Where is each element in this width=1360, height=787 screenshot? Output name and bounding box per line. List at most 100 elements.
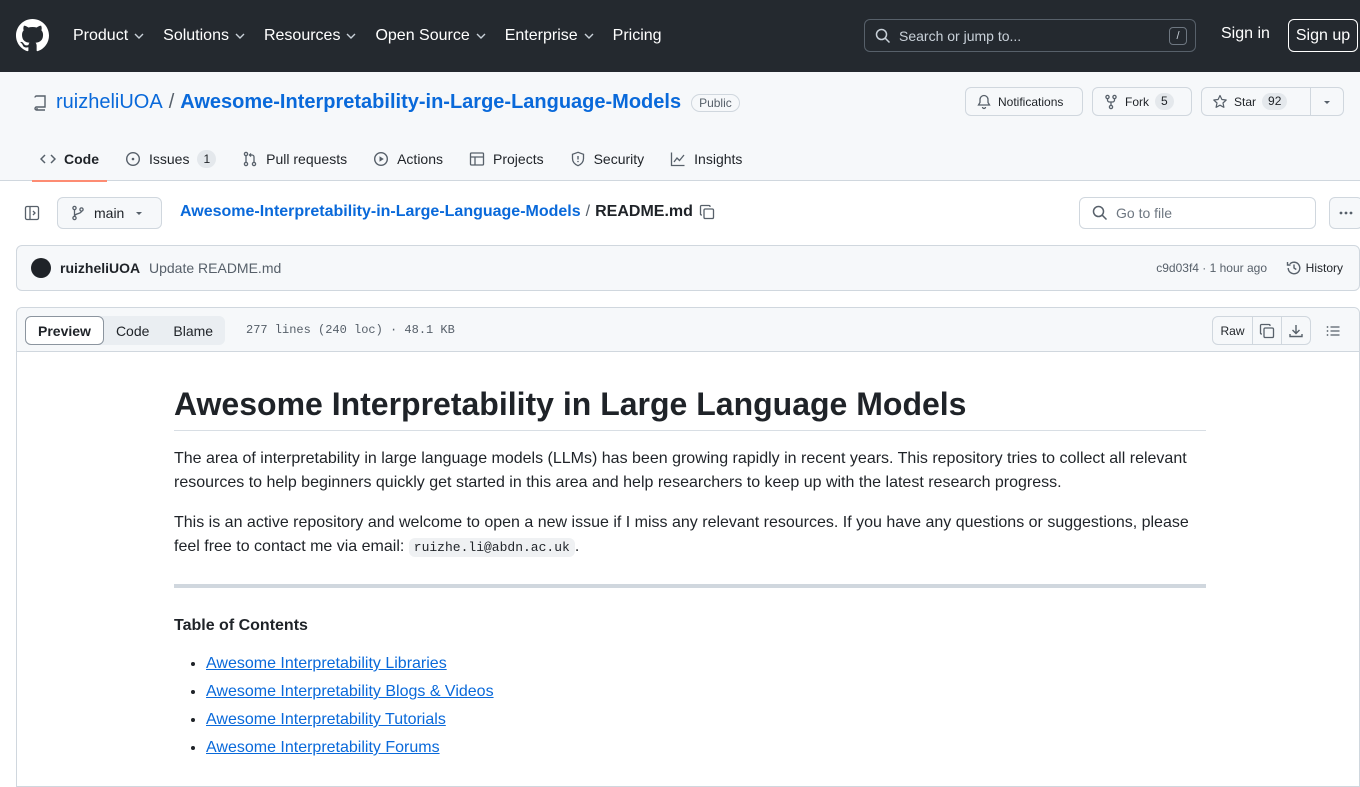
chevron-down-icon: [235, 33, 245, 39]
tab-projects[interactable]: Projects: [461, 137, 552, 181]
raw-button[interactable]: Raw: [1213, 317, 1253, 344]
breadcrumb-separator: /: [585, 203, 591, 220]
toc-link-libraries[interactable]: Awesome Interpretability Libraries: [206, 655, 447, 672]
list-unordered-icon: [1326, 325, 1340, 336]
history-link[interactable]: History: [1286, 260, 1343, 276]
file-actions-group: Raw: [1212, 316, 1311, 345]
tab-actions[interactable]: Actions: [365, 137, 451, 181]
repo-title: ruizheliUOA / Awesome-Interpretability-i…: [32, 91, 740, 114]
chevron-down-icon: [476, 33, 486, 39]
toc-link-blogs-videos[interactable]: Awesome Interpretability Blogs & Videos: [206, 683, 494, 700]
star-list-dropdown-button[interactable]: [1310, 87, 1344, 116]
notifications-label: Notifications: [998, 94, 1064, 109]
nav-label: Product: [73, 27, 129, 44]
global-header: Product Solutions Resources Open Source …: [0, 0, 1360, 72]
toc-link-tutorials[interactable]: Awesome Interpretability Tutorials: [206, 711, 446, 728]
breadcrumb: Awesome-Interpretability-in-Large-Langua…: [180, 203, 715, 221]
branch-name: main: [94, 205, 125, 221]
search-icon: [875, 28, 891, 43]
download-raw-button[interactable]: [1282, 317, 1310, 344]
code-icon: [40, 154, 56, 164]
file-stats: 277 lines (240 loc) · 48.1 KB: [246, 323, 455, 337]
outline-button[interactable]: [1319, 316, 1347, 345]
avatar[interactable]: [31, 258, 51, 278]
git-branch-icon: [72, 205, 84, 221]
github-logo-icon[interactable]: [16, 19, 49, 52]
nav-label: Enterprise: [504, 27, 578, 44]
tab-code[interactable]: Code: [32, 137, 107, 182]
nav-label: Open Source: [375, 27, 470, 44]
contact-text: This is an active repository and welcome…: [174, 514, 1189, 555]
nav-label: Pricing: [612, 27, 662, 44]
nav-solutions[interactable]: Solutions: [163, 27, 246, 45]
contact-period: .: [574, 538, 580, 555]
history-label: History: [1305, 261, 1343, 275]
readme-contact-paragraph: This is an active repository and welcome…: [174, 511, 1206, 560]
nav-enterprise[interactable]: Enterprise: [505, 27, 595, 45]
repo-tabs: Code Issues 1 Pull requests Actions Proj…: [32, 137, 760, 182]
branch-selector-button[interactable]: main: [57, 197, 162, 229]
sign-in-link[interactable]: Sign in: [1221, 25, 1270, 43]
tab-label: Security: [593, 151, 645, 167]
toc-link-forums[interactable]: Awesome Interpretability Forums: [206, 739, 440, 756]
sidebar-expand-icon: [24, 205, 40, 221]
global-search-input[interactable]: Search or jump to... /: [864, 19, 1196, 52]
fork-button[interactable]: Fork 5: [1092, 87, 1192, 116]
shield-icon: [571, 151, 584, 167]
star-icon: [1213, 94, 1227, 108]
bell-icon: [977, 94, 991, 109]
search-icon: [1092, 205, 1108, 221]
go-to-file-input[interactable]: Go to file: [1079, 197, 1316, 229]
play-icon: [374, 151, 389, 167]
tab-insights[interactable]: Insights: [662, 137, 750, 181]
nav-open-source[interactable]: Open Source: [375, 27, 486, 45]
triangle-down-icon: [1324, 100, 1330, 104]
commit-message-link[interactable]: Update README.md: [149, 260, 281, 276]
code-view-tab[interactable]: Code: [104, 316, 161, 345]
star-button[interactable]: Star 92: [1201, 87, 1311, 116]
tab-label: Actions: [397, 151, 444, 167]
more-options-button[interactable]: [1329, 197, 1360, 229]
issue-icon: [125, 151, 141, 167]
nav-label: Solutions: [163, 27, 229, 44]
commit-hash-time[interactable]: c9d03f4 · 1 hour ago: [1156, 261, 1267, 275]
repo-title-separator: /: [168, 91, 175, 113]
tab-security[interactable]: Security: [562, 137, 653, 181]
breadcrumb-repo-link[interactable]: Awesome-Interpretability-in-Large-Langua…: [180, 203, 581, 221]
star-label: Star: [1234, 94, 1257, 109]
tab-issues[interactable]: Issues 1: [117, 137, 224, 181]
tab-label: Code: [64, 151, 99, 167]
expand-file-tree-button[interactable]: [16, 197, 48, 229]
preview-tab[interactable]: Preview: [25, 316, 104, 345]
tab-label: Insights: [694, 151, 743, 167]
tab-pull-requests[interactable]: Pull requests: [234, 137, 355, 181]
chevron-down-icon: [346, 33, 356, 39]
sign-up-button[interactable]: Sign up: [1288, 19, 1358, 52]
copy-path-icon[interactable]: [699, 204, 715, 220]
repo-name-link[interactable]: Awesome-Interpretability-in-Large-Langua…: [180, 91, 681, 114]
pull-request-icon: [243, 151, 257, 167]
repo-owner-link[interactable]: ruizheliUOA: [56, 91, 163, 114]
nav-product[interactable]: Product: [73, 27, 145, 45]
kebab-horizontal-icon: [1339, 211, 1353, 215]
readme-title: Awesome Interpretability in Large Langua…: [174, 384, 1206, 431]
nav-label: Resources: [263, 27, 341, 44]
copy-raw-button[interactable]: [1253, 317, 1282, 344]
breadcrumb-file-name: README.md: [595, 203, 693, 220]
repo-header: ruizheliUOA / Awesome-Interpretability-i…: [0, 72, 1360, 182]
list-item: Awesome Interpretability Forums: [206, 736, 1206, 760]
triangle-down-icon: [136, 212, 143, 215]
toc-heading: Table of Contents: [174, 617, 308, 634]
commit-author-link[interactable]: ruizheliUOA: [60, 260, 140, 276]
nav-pricing[interactable]: Pricing: [613, 27, 662, 45]
readme-intro-paragraph: The area of interpretability in large la…: [174, 450, 1187, 491]
notifications-button[interactable]: Notifications: [965, 87, 1083, 116]
readme-content: Awesome Interpretability in Large Langua…: [174, 384, 1206, 764]
download-icon: [1289, 324, 1303, 337]
section-divider: [174, 584, 1206, 588]
nav-resources[interactable]: Resources: [264, 27, 357, 45]
history-icon: [1286, 261, 1301, 275]
blame-tab[interactable]: Blame: [161, 316, 225, 345]
toc-list: Awesome Interpretability Libraries Aweso…: [174, 652, 1206, 760]
fork-icon: [1105, 94, 1117, 109]
